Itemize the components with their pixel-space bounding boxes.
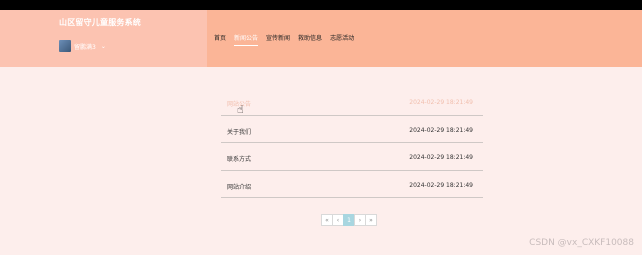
list-item-title[interactable]: 关于我们 xyxy=(227,127,251,136)
announcement-list: 网站公告 2024-02-29 18:21:49 关于我们 2024-02-29… xyxy=(221,88,483,198)
list-item[interactable]: 关于我们 2024-02-29 18:21:49 xyxy=(221,116,483,143)
top-black-bar xyxy=(0,0,642,10)
list-item-date: 2024-02-29 18:21:49 xyxy=(409,181,473,189)
avatar[interactable] xyxy=(59,40,71,52)
list-item[interactable]: 网站介绍 2024-02-29 18:21:49 xyxy=(221,171,483,198)
list-item[interactable]: 联系方式 2024-02-29 18:21:49 xyxy=(221,143,483,171)
pagination: « ‹ 1 › » xyxy=(321,214,377,226)
nav-item-announcements[interactable]: 新闻公告 xyxy=(234,33,259,46)
nav-item-aid-info[interactable]: 救助信息 xyxy=(298,33,322,46)
list-item[interactable]: 网站公告 2024-02-29 18:21:49 xyxy=(221,88,483,116)
site-title: 山区留守儿童服务系统 xyxy=(59,18,141,27)
site-header: 山区留守儿童服务系统 留鹏满3 ⌄ 首页 新闻公告 宣传新闻 救助信息 志愿活动 xyxy=(0,10,642,67)
nav-item-home[interactable]: 首页 xyxy=(214,33,226,46)
chevron-down-icon[interactable]: ⌄ xyxy=(101,43,106,50)
list-item-title[interactable]: 网站介绍 xyxy=(227,182,251,191)
list-item-title[interactable]: 联系方式 xyxy=(227,154,251,163)
hand-cursor-icon: ☝ xyxy=(237,103,244,116)
main-nav: 首页 新闻公告 宣传新闻 救助信息 志愿活动 xyxy=(214,33,362,46)
brand-panel: 山区留守儿童服务系统 留鹏满3 ⌄ xyxy=(0,10,207,67)
list-item-date: 2024-02-29 18:21:49 xyxy=(409,126,473,134)
nav-item-news[interactable]: 宣传新闻 xyxy=(266,33,290,46)
user-menu[interactable]: 留鹏满3 ⌄ xyxy=(59,40,106,52)
list-item-date: 2024-02-29 18:21:49 xyxy=(409,154,473,161)
username[interactable]: 留鹏满3 xyxy=(74,42,96,51)
list-item-date: 2024-02-29 18:21:49 xyxy=(409,99,473,106)
nav-item-volunteer[interactable]: 志愿活动 xyxy=(330,33,354,46)
last-page-button[interactable]: » xyxy=(365,214,377,226)
watermark: CSDN @vx_CXKF10088 xyxy=(529,238,634,248)
